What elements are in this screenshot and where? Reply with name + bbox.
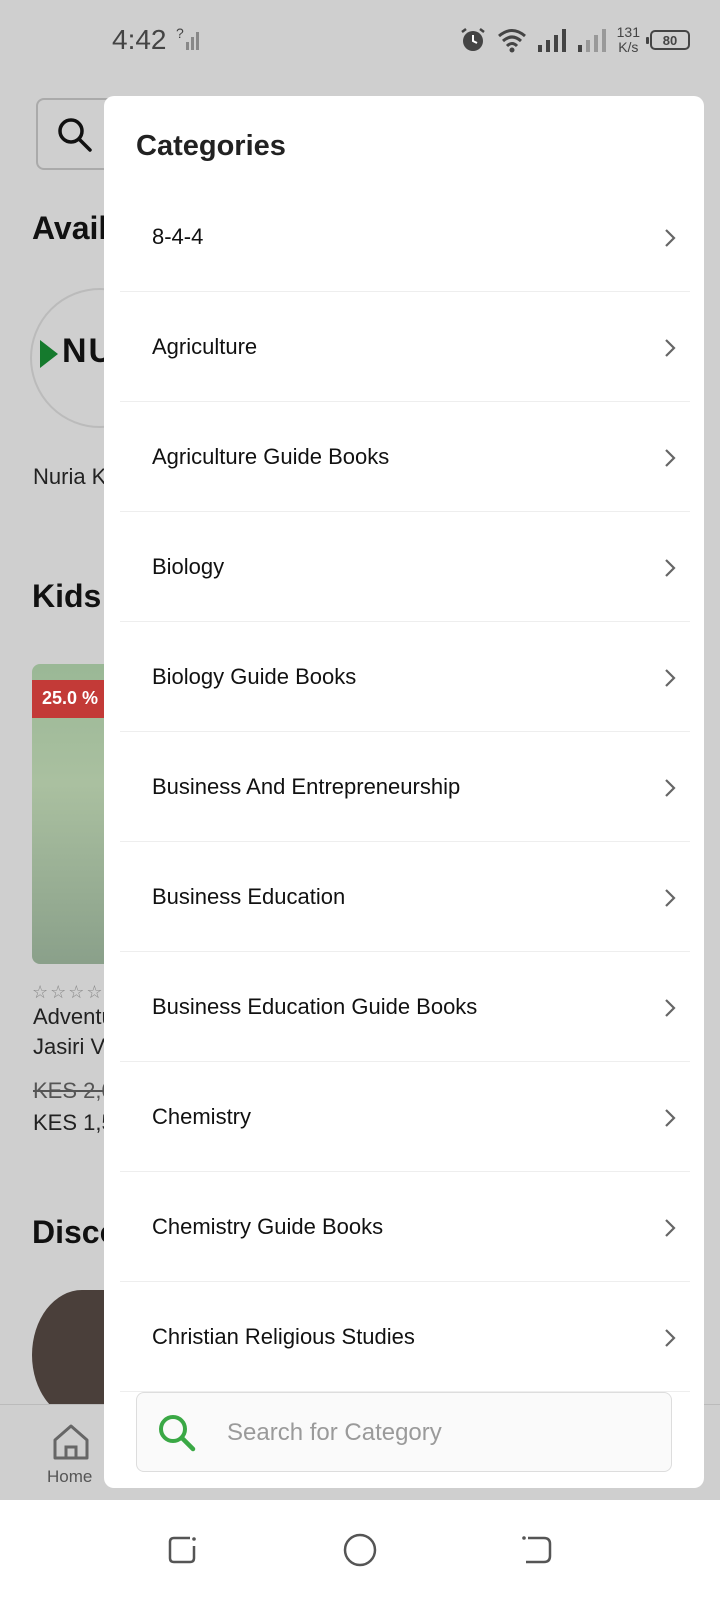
chevron-right-icon [665,1219,676,1237]
book-old-price: KES 2,0 [33,1078,114,1103]
category-search-box[interactable] [136,1392,672,1472]
category-item[interactable]: Biology Guide Books [120,622,690,732]
alarm-icon [460,28,485,51]
battery-level: 80 [662,32,678,48]
category-label: Chemistry Guide Books [152,1214,384,1239]
wifi-icon [497,29,526,53]
category-item[interactable]: Christian Religious Studies [120,1282,690,1392]
chevron-right-icon [665,889,676,907]
category-label: Business Education Guide Books [152,994,478,1019]
category-list: 8-4-4 Agriculture Agriculture Guide Book… [120,182,690,1392]
category-label: Christian Religious Studies [152,1324,415,1349]
category-item[interactable]: Chemistry Guide Books [120,1172,690,1282]
status-icons: 131 K/s 80 [459,22,690,58]
category-item[interactable]: Business Education [120,842,690,952]
network-speed-unit: K/s [618,39,639,55]
system-navigation-bar [0,1500,720,1600]
category-item[interactable]: Biology [120,512,690,622]
category-item[interactable]: Business And Entrepreneurship [120,732,690,842]
category-item[interactable]: Business Education Guide Books [120,952,690,1062]
category-label: Business And Entrepreneurship [152,774,461,799]
background-heading-kids: Kids [32,578,102,614]
status-bar: 4:42 ? 131 K/s 80 [0,0,720,80]
search-icon [159,1415,196,1452]
chevron-right-icon [665,999,676,1017]
category-label: Biology [152,554,225,579]
chevron-right-icon [665,1109,676,1127]
category-item[interactable]: 8-4-4 [120,182,690,292]
discount-badge: 25.0 % [32,680,112,718]
category-label: Business Education [152,884,346,909]
category-label: Biology Guide Books [152,664,357,689]
book-new-price: KES 1,5 [33,1110,114,1135]
signal-weak-icon [577,29,606,52]
category-label: 8-4-4 [152,224,204,249]
home-icon [53,1424,89,1460]
sheet-title: Categories [136,130,286,162]
chevron-right-icon [665,229,676,247]
network-speed-value: 131 [616,24,640,40]
category-search-input[interactable] [227,1413,647,1453]
home-button-icon[interactable] [342,1532,378,1568]
category-item[interactable]: Agriculture Guide Books [120,402,690,512]
search-icon [58,118,92,152]
chevron-right-icon [665,669,676,687]
categories-sheet: Categories 8-4-4 Agriculture Agriculture… [104,96,704,1488]
rating-stars: ☆☆☆☆ [32,982,105,1002]
no-sim-signal-icon: ? [176,25,199,50]
category-item[interactable]: Chemistry [120,1062,690,1172]
network-speed: 131 K/s [617,25,640,55]
book-title-line1: Adventu [33,1004,114,1029]
signal-strength-icon [537,29,566,52]
chevron-right-icon [665,339,676,357]
chevron-right-icon [665,779,676,797]
publisher-name: Nuria K [33,464,107,489]
nav-home-label: Home [47,1467,93,1486]
chevron-right-icon [665,1329,676,1347]
recent-apps-icon[interactable] [166,1532,202,1568]
svg-text:?: ? [176,25,184,41]
status-time: 4:42 [112,24,167,55]
category-label: Chemistry [152,1104,252,1129]
category-label: Agriculture [152,334,258,359]
battery-icon: 80 [646,30,690,50]
chevron-right-icon [665,559,676,577]
category-label: Agriculture Guide Books [152,444,390,469]
chevron-right-icon [665,449,676,467]
category-item[interactable]: Agriculture [120,292,690,402]
background-heading-available: Avail [32,210,108,246]
back-icon[interactable] [518,1532,554,1568]
